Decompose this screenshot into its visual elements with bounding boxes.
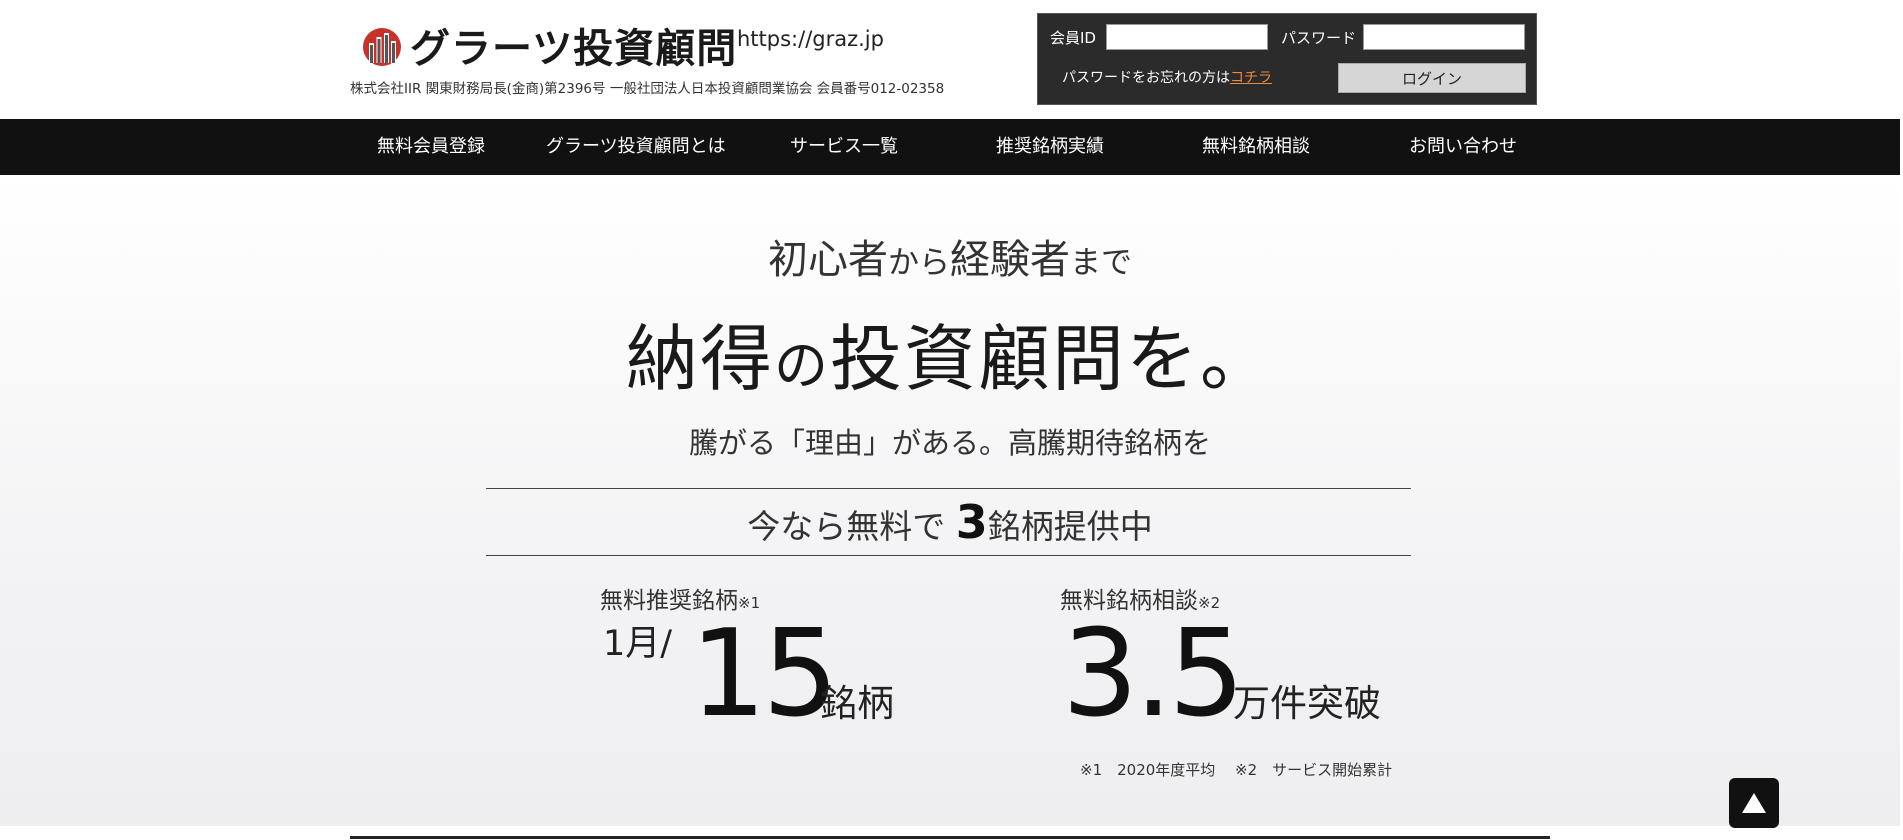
content-bottom-rule	[350, 836, 1550, 839]
graz-logo-icon	[363, 28, 401, 66]
back-to-top-button[interactable]	[1729, 778, 1779, 828]
tagline-part: まで	[1070, 245, 1132, 281]
tagline-part: 初心者	[768, 237, 888, 283]
tagline-part: から	[888, 245, 950, 281]
tagline-part: 経験者	[950, 237, 1070, 283]
member-id-input[interactable]	[1106, 24, 1268, 50]
member-id-label: 会員ID	[1050, 29, 1096, 47]
hero-tagline: 初心者から経験者まで	[0, 227, 1900, 285]
stat-right-unit: 万件突破	[1233, 682, 1381, 725]
site-header: グラーツ投資顧問 https://graz.jp 株式会社IIR 関東財務局長(…	[0, 0, 1903, 119]
forgot-password-prefix: パスワードをお忘れの方は	[1062, 70, 1230, 86]
nav-item-consultation[interactable]: 無料銘柄相談	[1202, 119, 1310, 175]
logo-text: グラーツ投資顧問	[410, 26, 738, 72]
stat-right-value: 3.5	[1062, 605, 1245, 744]
site-logo[interactable]: グラーツ投資顧問	[360, 16, 737, 74]
password-label: パスワード	[1281, 29, 1357, 47]
nav-item-results[interactable]: 推奨銘柄実績	[996, 119, 1104, 175]
site-url: https://graz.jp	[737, 27, 884, 51]
title-part: を。	[1126, 317, 1275, 401]
offer-number: 3	[955, 495, 988, 549]
stat-footnotes: ※1 2020年度平均 ※2 サービス開始累計	[1080, 761, 1393, 779]
company-info: 株式会社IIR 関東財務局長(金商)第2396号 一般社団法人日本投資顧問業協会…	[350, 81, 945, 97]
main-nav: 無料会員登録 グラーツ投資顧問とは サービス一覧 推奨銘柄実績 無料銘柄相談 お…	[0, 119, 1900, 175]
divider-top	[486, 488, 1411, 489]
stat-left-prefix: 1月/	[603, 624, 673, 664]
hero-section: 初心者から経験者まで 納得の投資顧問を。 騰がる「理由」がある。高騰期待銘柄を …	[0, 175, 1900, 826]
hero-subtitle: 騰がる「理由」がある。高騰期待銘柄を	[688, 426, 1211, 460]
nav-item-contact[interactable]: お問い合わせ	[1409, 119, 1517, 175]
password-input[interactable]	[1363, 24, 1525, 50]
triangle-up-icon	[1742, 793, 1766, 813]
nav-item-about[interactable]: グラーツ投資顧問とは	[546, 119, 726, 175]
login-box: 会員ID パスワード パスワードをお忘れの方はコチラ ログイン	[1037, 13, 1537, 105]
title-part: 納得	[625, 317, 774, 401]
stat-left-unit: 銘柄	[820, 682, 894, 725]
divider-bottom	[486, 555, 1411, 556]
stat-left-value: 15	[690, 605, 839, 744]
offer-suffix: 銘柄提供中	[987, 507, 1153, 546]
free-offer: 今なら無料で 3銘柄提供中	[0, 495, 1900, 549]
nav-item-services[interactable]: サービス一覧	[790, 119, 898, 175]
title-part: の	[773, 334, 830, 397]
login-button[interactable]: ログイン	[1338, 63, 1526, 93]
title-part: 投資顧問	[829, 317, 1126, 401]
hero-title: 納得の投資顧問を。	[0, 300, 1900, 405]
forgot-password-text: パスワードをお忘れの方はコチラ	[1062, 67, 1272, 87]
offer-prefix: 今なら無料で	[747, 507, 956, 546]
forgot-password-link[interactable]: コチラ	[1230, 70, 1272, 86]
nav-item-free-registration[interactable]: 無料会員登録	[377, 119, 485, 175]
